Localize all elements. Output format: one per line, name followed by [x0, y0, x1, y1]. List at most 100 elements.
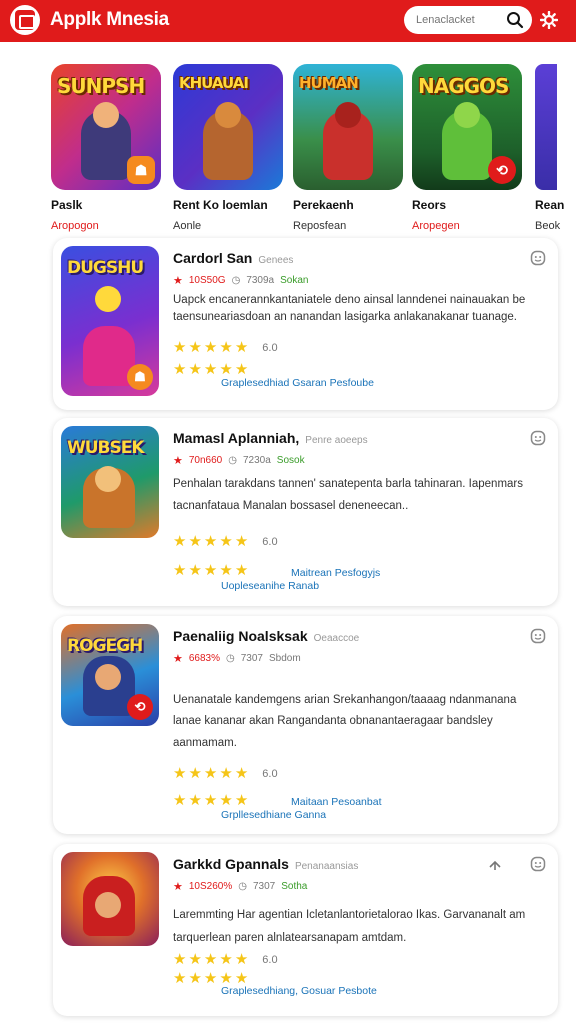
featured-app-card[interactable]: NAGGOS ⟲ Reors Aropegen [412, 64, 524, 232]
star-icon: ★ [203, 533, 218, 550]
star-icon: ★ [173, 275, 183, 287]
app-list-item[interactable]: DUGSHU ☗ Cardorl San Genees ★ 10S50G ◷ 73… [53, 238, 558, 410]
star-icon: ★ [173, 792, 187, 809]
featured-app-sub: Aonle [173, 220, 202, 232]
featured-app-name: Rean [535, 198, 565, 212]
game-badge-icon: ☗ [127, 364, 153, 390]
star-icon: ★ [203, 765, 218, 782]
art-title: NAGGOS [418, 74, 509, 98]
star-icon: ★ [188, 361, 202, 378]
star-icon: ★ [173, 765, 187, 782]
game-badge-icon: ⟲ [488, 156, 516, 184]
app-art [61, 852, 159, 946]
star-rating: ★ ★ ★ ★ ★ 6.0 [173, 952, 278, 967]
app-meta: ★ 10S260% ◷ 7307 Sotha [173, 880, 307, 893]
character-head [95, 664, 121, 690]
app-list-item[interactable]: ROGEGH ⟲ Paenaliig Noalsksak Oeaaccoe ★ 6… [53, 616, 558, 834]
app-art: WUBSEK [61, 426, 159, 538]
app-link[interactable]: Uopleseanihe Ranab [221, 580, 319, 592]
featured-app-sub: Aropogon [51, 220, 99, 232]
app-title: Garkkd Gpannals Penanaansias [173, 856, 358, 872]
search-bar[interactable] [404, 6, 532, 34]
rating-value: 6.0 [262, 767, 278, 780]
app-link[interactable]: Maitaan Pesoanbat [291, 796, 381, 808]
star-icon: ★ [234, 361, 249, 378]
clock-icon: ◷ [226, 653, 235, 664]
app-link[interactable]: Maitrean Pesfogyjs [291, 567, 380, 579]
star-icon: ★ [234, 792, 249, 809]
star-icon: ★ [173, 881, 183, 893]
app-logo[interactable] [10, 5, 40, 35]
star-icon: ★ [219, 970, 233, 987]
app-description: Uapck encanerannkantaniatele deno ainsal… [173, 294, 526, 324]
share-icon[interactable] [488, 858, 502, 872]
app-link[interactable]: Grpllesedhiane Ganna [221, 809, 326, 821]
star-icon: ★ [188, 533, 202, 550]
featured-app-card[interactable]: KHUAUAI Rent Ko loemlan Aonle [173, 64, 285, 232]
gear-icon[interactable] [540, 11, 558, 29]
bag-icon [15, 10, 35, 30]
app-link[interactable]: Graplesedhiad Gsaran Pesfoube [221, 377, 374, 389]
featured-app-art: SUNPSH ☗ [51, 64, 161, 190]
featured-app-card[interactable]: HUMAN Perekaenh Reposfean [293, 64, 405, 232]
star-rating: ★ ★ ★ ★ ★ [173, 362, 248, 377]
app-list-item[interactable]: WUBSEK Mamasl Aplanniah, Penre aoeeps ★ 7… [53, 418, 558, 606]
app-tag: Sotha [281, 881, 308, 892]
star-icon: ★ [219, 562, 233, 579]
star-rating: ★ ★ ★ ★ ★ [173, 971, 248, 986]
star-icon: ★ [173, 339, 187, 356]
rating-value: 6.0 [262, 953, 278, 966]
app-title: Paenaliig Noalsksak Oeaaccoe [173, 628, 359, 644]
app-link[interactable]: Graplesedhiang, Gosuar Pesbote [221, 985, 377, 997]
rating-value: 6.0 [262, 341, 278, 354]
bookmark-icon[interactable] [530, 430, 546, 446]
character-head [215, 102, 241, 128]
rating-value: 6.0 [262, 535, 278, 548]
search-input[interactable] [416, 14, 500, 26]
app-name: Mamasl Aplanniah, [173, 430, 300, 446]
star-icon: ★ [234, 339, 249, 356]
featured-app-art: NAGGOS ⟲ [412, 64, 522, 190]
featured-app-art: KHUAUAI [173, 64, 283, 190]
star-icon: ★ [203, 951, 218, 968]
star-icon: ★ [219, 361, 233, 378]
clock-icon: ◷ [228, 455, 237, 466]
star-rating: ★ ★ ★ ★ ★ 6.0 [173, 766, 278, 781]
art-title: ROGEGH [67, 636, 143, 656]
featured-carousel[interactable]: SUNPSH ☗ Paslk Aropogon KHUAUAI Rent Ko … [0, 64, 576, 234]
app-name: Paenaliig Noalsksak [173, 628, 308, 644]
star-icon: ★ [234, 951, 249, 968]
star-icon: ★ [173, 533, 187, 550]
star-icon: ★ [234, 970, 249, 987]
app-developer: Penre aoeeps [305, 435, 368, 446]
featured-app-art [535, 64, 557, 190]
app-size: 7230a [242, 455, 271, 466]
bookmark-icon[interactable] [530, 250, 546, 266]
app-developer: Genees [258, 255, 294, 266]
clock-icon: ◷ [231, 275, 241, 286]
star-icon: ★ [173, 562, 187, 579]
star-icon: ★ [203, 339, 218, 356]
bookmark-icon[interactable] [530, 856, 546, 872]
app-name: Cardorl San [173, 250, 253, 266]
character-head [335, 102, 361, 128]
star-icon: ★ [188, 970, 202, 987]
app-tag: Sbdom [269, 653, 301, 664]
star-icon: ★ [219, 533, 233, 550]
star-icon: ★ [173, 361, 187, 378]
featured-app-card[interactable]: SUNPSH ☗ Paslk Aropogon [51, 64, 163, 232]
star-icon: ★ [188, 765, 202, 782]
star-icon: ★ [219, 951, 233, 968]
featured-app-card[interactable]: Rean Beok [535, 64, 576, 232]
star-icon: ★ [219, 339, 233, 356]
rating-count: 10S260% [188, 881, 233, 892]
star-icon: ★ [219, 792, 233, 809]
search-icon[interactable] [506, 11, 524, 29]
star-icon: ★ [234, 533, 249, 550]
star-icon: ★ [203, 792, 218, 809]
app-developer: Oeaaccoe [313, 633, 360, 644]
star-icon: ★ [173, 455, 183, 467]
bookmark-icon[interactable] [530, 628, 546, 644]
app-list-item[interactable]: Garkkd Gpannals Penanaansias ★ 10S260% ◷ … [53, 844, 558, 1016]
featured-app-sub: Aropegen [412, 220, 460, 232]
